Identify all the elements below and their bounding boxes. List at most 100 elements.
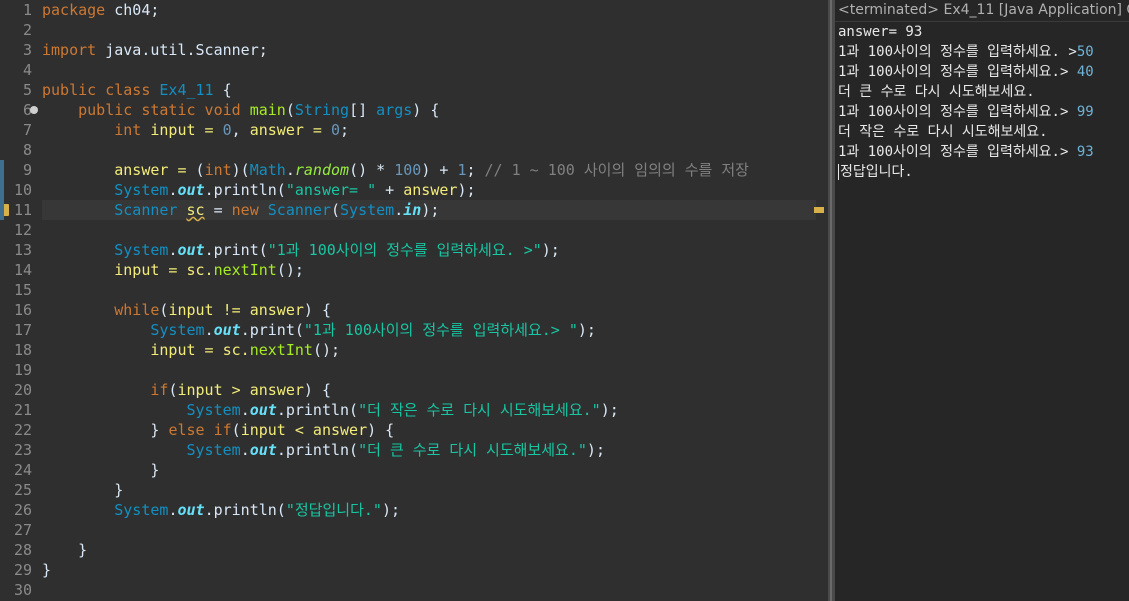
- line-number: 28: [13, 541, 32, 559]
- code-token: out: [177, 181, 205, 199]
- code-line[interactable]: [42, 140, 816, 160]
- code-token: .: [285, 161, 295, 179]
- code-line[interactable]: [42, 580, 816, 600]
- console-output-text: 1과 100사이의 정수를 입력하세요.>: [838, 104, 1077, 120]
- code-token: =: [204, 201, 232, 219]
- code-token: "더 작은 수로 다시 시도해보세요.": [358, 401, 601, 419]
- code-line[interactable]: }: [42, 480, 816, 500]
- code-line[interactable]: System.out.print("1과 100사이의 정수를 입력하세요. >…: [42, 240, 816, 260]
- fold-toggle-icon[interactable]: [30, 106, 38, 114]
- line-number: 27: [13, 521, 32, 539]
- code-token: input != answer: [168, 301, 304, 319]
- warning-overview-marker[interactable]: [814, 207, 824, 213]
- code-token: System: [42, 501, 169, 519]
- console-header: <terminated> Ex4_11 [Java Application] C…: [835, 0, 1129, 22]
- code-token: input < answer: [240, 421, 368, 439]
- code-line[interactable]: public static void main(String[] args) {: [42, 100, 816, 120]
- pane-splitter-line: [830, 0, 832, 601]
- code-token: .: [394, 201, 404, 219]
- code-line[interactable]: }: [42, 560, 816, 580]
- code-token: {: [213, 81, 232, 99]
- code-token: input =: [42, 341, 223, 359]
- code-token: args: [376, 101, 413, 119]
- code-token: "정답입니다.": [285, 501, 382, 519]
- code-line[interactable]: [42, 280, 816, 300]
- code-token: (: [331, 201, 341, 219]
- code-editor[interactable]: 1 2 3 4 5 6 7 8 9 10 11 12 13 14 15 16 17 18 19 20 21 22 23 24 2…: [0, 0, 828, 601]
- code-line[interactable]: [42, 60, 816, 80]
- line-number: 10: [13, 181, 32, 199]
- code-token: (: [231, 421, 241, 439]
- code-token: else if: [168, 421, 232, 439]
- code-line[interactable]: System.out.println("더 작은 수로 다시 시도해보세요.")…: [42, 400, 816, 420]
- code-token: Math: [249, 161, 286, 179]
- code-token: .println(: [204, 181, 286, 199]
- code-line[interactable]: System.out.println("더 큰 수로 다시 시도해보세요.");: [42, 440, 816, 460]
- code-token: nextInt: [213, 261, 277, 279]
- code-token: .println(: [276, 401, 359, 419]
- code-token: nextInt: [249, 341, 313, 359]
- code-line[interactable]: } else if(input < answer) {: [42, 420, 816, 440]
- code-token: "더 큰 수로 다시 시도해보세요.": [358, 441, 587, 459]
- console-view[interactable]: <terminated> Ex4_11 [Java Application] C…: [835, 0, 1129, 601]
- code-token: ,: [231, 121, 250, 139]
- line-number: 6: [22, 101, 32, 119]
- line-number: 12: [13, 221, 32, 239]
- code-token: System: [340, 201, 395, 219]
- console-line: 1과 100사이의 정수를 입력하세요.> 93: [838, 142, 1094, 162]
- line-number: 30: [13, 581, 32, 599]
- line-number: 13: [13, 241, 32, 259]
- code-token: sc.: [186, 261, 214, 279]
- code-token: ;: [340, 121, 350, 139]
- code-line[interactable]: input = sc.nextInt();: [42, 340, 816, 360]
- code-token: );: [381, 501, 400, 519]
- code-token: public class: [42, 81, 160, 99]
- code-line[interactable]: public class Ex4_11 {: [42, 80, 816, 100]
- code-line[interactable]: answer = (int)(Math.random() * 100) + 1;…: [42, 160, 816, 180]
- code-token: sc: [186, 201, 205, 219]
- code-token: package: [42, 1, 115, 19]
- code-token: .print(: [204, 241, 268, 259]
- code-token: .: [204, 321, 214, 339]
- code-token: out: [249, 441, 277, 459]
- code-line[interactable]: System.out.println("정답입니다.");: [42, 500, 816, 520]
- code-token: )(: [231, 161, 250, 179]
- console-output-text: 더 큰 수로 다시 시도해보세요.: [838, 84, 1035, 100]
- console-output-text: 1과 100사이의 정수를 입력하세요. >: [838, 44, 1077, 60]
- code-line[interactable]: }: [42, 540, 816, 560]
- code-token: int: [204, 161, 232, 179]
- code-token: ) {: [412, 101, 440, 119]
- code-token: 0: [331, 121, 341, 139]
- code-line[interactable]: [42, 20, 816, 40]
- code-line[interactable]: while(input != answer) {: [42, 300, 816, 320]
- line-number: 2: [22, 21, 32, 39]
- code-token: ) {: [303, 381, 331, 399]
- console-output-text: answer= 93: [838, 24, 923, 40]
- code-token: );: [586, 441, 605, 459]
- line-number: 9: [22, 161, 32, 179]
- code-line[interactable]: package ch04;: [42, 0, 816, 20]
- code-token: );: [457, 181, 476, 199]
- code-token: out: [249, 401, 277, 419]
- code-token: answer: [403, 181, 458, 199]
- code-line[interactable]: [42, 220, 816, 240]
- code-token: answer =: [249, 121, 331, 139]
- code-line[interactable]: }: [42, 460, 816, 480]
- code-line[interactable]: System.out.print("1과 100사이의 정수를 입력하세요.> …: [42, 320, 816, 340]
- code-token: );: [541, 241, 560, 259]
- code-line[interactable]: if(input > answer) {: [42, 380, 816, 400]
- code-token: (: [285, 101, 295, 119]
- line-number: 19: [13, 361, 32, 379]
- code-line[interactable]: [42, 520, 816, 540]
- code-line[interactable]: [42, 360, 816, 380]
- code-token: String: [294, 101, 350, 119]
- code-line[interactable]: input = sc.nextInt();: [42, 260, 816, 280]
- code-line[interactable]: Scanner sc = new Scanner(System.in);: [42, 200, 816, 220]
- code-token: System: [42, 181, 169, 199]
- code-token: );: [600, 401, 619, 419]
- code-line[interactable]: import java.util.Scanner;: [42, 40, 816, 60]
- code-line[interactable]: System.out.println("answer= " + answer);: [42, 180, 816, 200]
- code-token: out: [213, 321, 241, 339]
- code-line[interactable]: int input = 0, answer = 0;: [42, 120, 816, 140]
- code-token: Scanner: [42, 201, 187, 219]
